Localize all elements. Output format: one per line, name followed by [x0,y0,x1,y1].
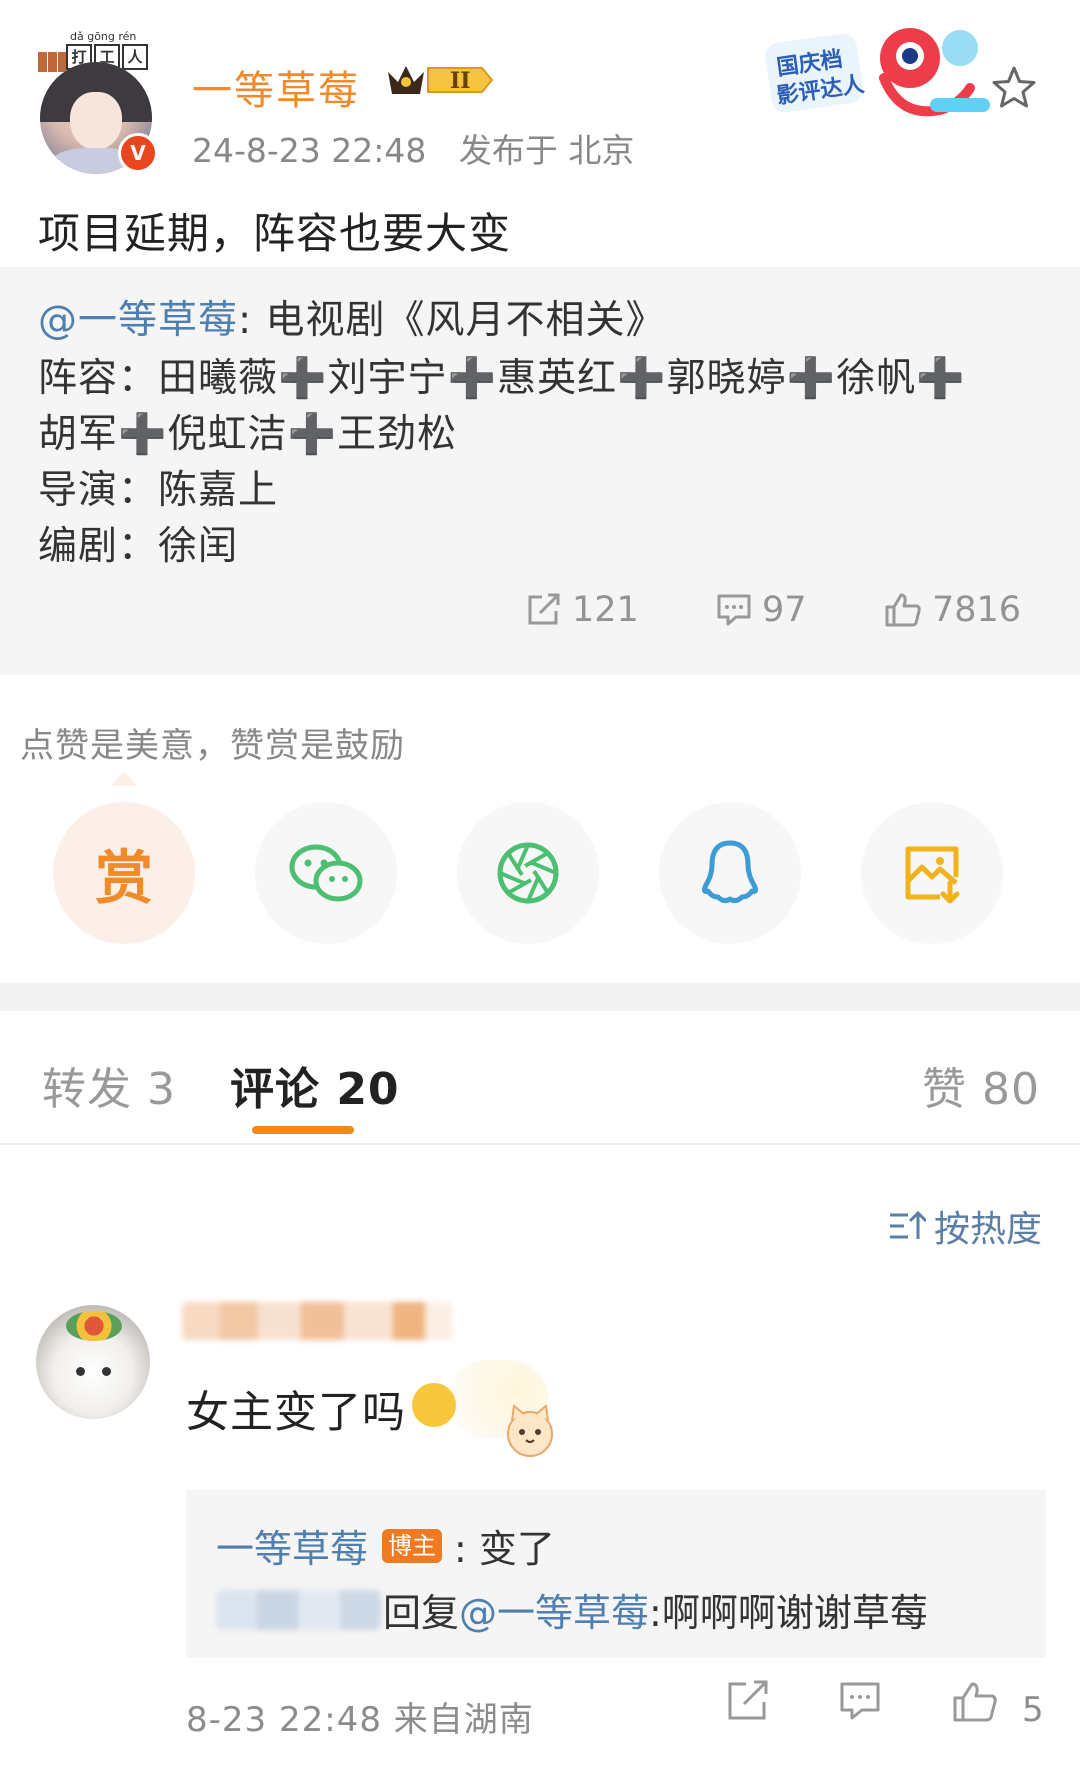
thumbs-up-icon [885,593,921,627]
comment-repost-icon[interactable] [726,1680,770,1722]
share-wechat-button[interactable] [255,802,397,944]
comment-like-count: 5 [1022,1690,1044,1730]
quoted-line-title: @一等草莓: 电视剧《风月不相关》 [38,289,666,345]
share-moments-button[interactable] [457,802,599,944]
quoted-line-cast-cont: 胡军➕倪虹洁➕王劲松 [38,412,458,457]
tab-likes[interactable]: 赞 80 [922,1053,1040,1117]
comment-reply-icon[interactable] [838,1680,882,1722]
active-tab-indicator [252,1126,354,1134]
qq-penguin-icon [701,840,759,904]
post-meta: 24-8-23 22:48 发布于 北京 [192,124,634,172]
tab-separator [0,1143,1080,1145]
commenter-name-blurred[interactable] [182,1302,452,1340]
quoted-like-stat[interactable]: 7816 [884,590,1021,630]
tab-comments[interactable]: 评论 20 [230,1053,400,1117]
share-qq-button[interactable] [659,802,801,944]
quoted-line-director: 导演：陈嘉上 [38,468,279,513]
hug-emoji-icon [412,1383,456,1427]
reply-text: : 变了 [454,1527,555,1571]
quoted-repost-count: 121 [572,590,639,630]
reply2-mention-link[interactable]: @一等草莓 [459,1582,649,1637]
hat-pinyin: dǎ gōng rén [70,30,137,43]
quoted-line-cast: 阵容：田曦薇➕刘宇宁➕惠英红➕郭晓婷➕徐帆➕ [38,356,966,401]
post-location: 发布于 北京 [458,131,635,170]
tab-reposts[interactable]: 转发 3 [42,1053,176,1117]
comment-icon [717,594,751,626]
cat-sticker-icon [507,1404,553,1457]
reply-author-name[interactable]: 一等草莓 [216,1518,368,1573]
favorite-star-icon[interactable] [990,64,1038,112]
quoted-line-writer: 编剧：徐闰 [38,524,239,569]
commenter-avatar[interactable] [36,1305,150,1419]
wechat-icon [289,844,363,902]
post-text: 项目延期，阵容也要大变 [38,209,512,258]
level-badge-text: II [450,68,471,94]
blogger-badge: 博主 [382,1528,443,1563]
quoted-repost-stat[interactable]: 121 [526,590,639,630]
reply-user-blurred[interactable] [216,1589,381,1630]
verified-badge-icon: V [118,133,158,173]
reward-button[interactable]: 赏 [53,802,195,944]
comment-meta: 8-23 22:48 来自湖南 [186,1700,534,1740]
reply-line-second: 回复 @一等草莓 :啊啊啊谢谢草莓 [216,1582,928,1637]
moments-icon [497,842,559,904]
repost-icon [528,593,560,625]
sort-icon [889,1210,926,1239]
comment-text: 女主变了吗 [186,1388,406,1438]
reply2-prefix: 回复 [383,1591,460,1635]
member-level-crown-icon[interactable]: II [384,60,496,100]
reply2-text: :啊啊啊谢谢草莓 [649,1591,928,1635]
quoted-mention-link[interactable]: @一等草莓 [38,298,238,343]
critic-sticker-icon[interactable]: 国庆档 影评达人 [760,18,1010,128]
reward-char: 赏 [94,844,153,912]
comment-like-icon[interactable] [952,1680,998,1724]
author-name[interactable]: 一等草莓 [192,58,360,116]
quoted-comment-count: 97 [762,590,807,630]
sort-toggle[interactable]: 按热度 [888,1200,1042,1252]
quoted-title: : 电视剧《风月不相关》 [238,298,666,343]
tip-arrow [110,772,138,786]
reply-line-author: 一等草莓 博主 : 变了 [216,1518,555,1573]
quoted-comment-stat[interactable]: 97 [716,590,807,630]
section-divider [0,983,1080,1011]
quoted-like-count: 7816 [932,590,1022,630]
save-image-icon [905,846,960,904]
sort-label: 按热度 [933,1209,1042,1250]
reply-thread[interactable]: 一等草莓 博主 : 变了 回复 @一等草莓 :啊啊啊谢谢草莓 [186,1490,1046,1658]
post-time: 24-8-23 22:48 [192,131,427,170]
save-image-button[interactable] [861,802,1003,944]
reward-tip: 点赞是美意，赞赏是鼓励 [20,726,405,766]
